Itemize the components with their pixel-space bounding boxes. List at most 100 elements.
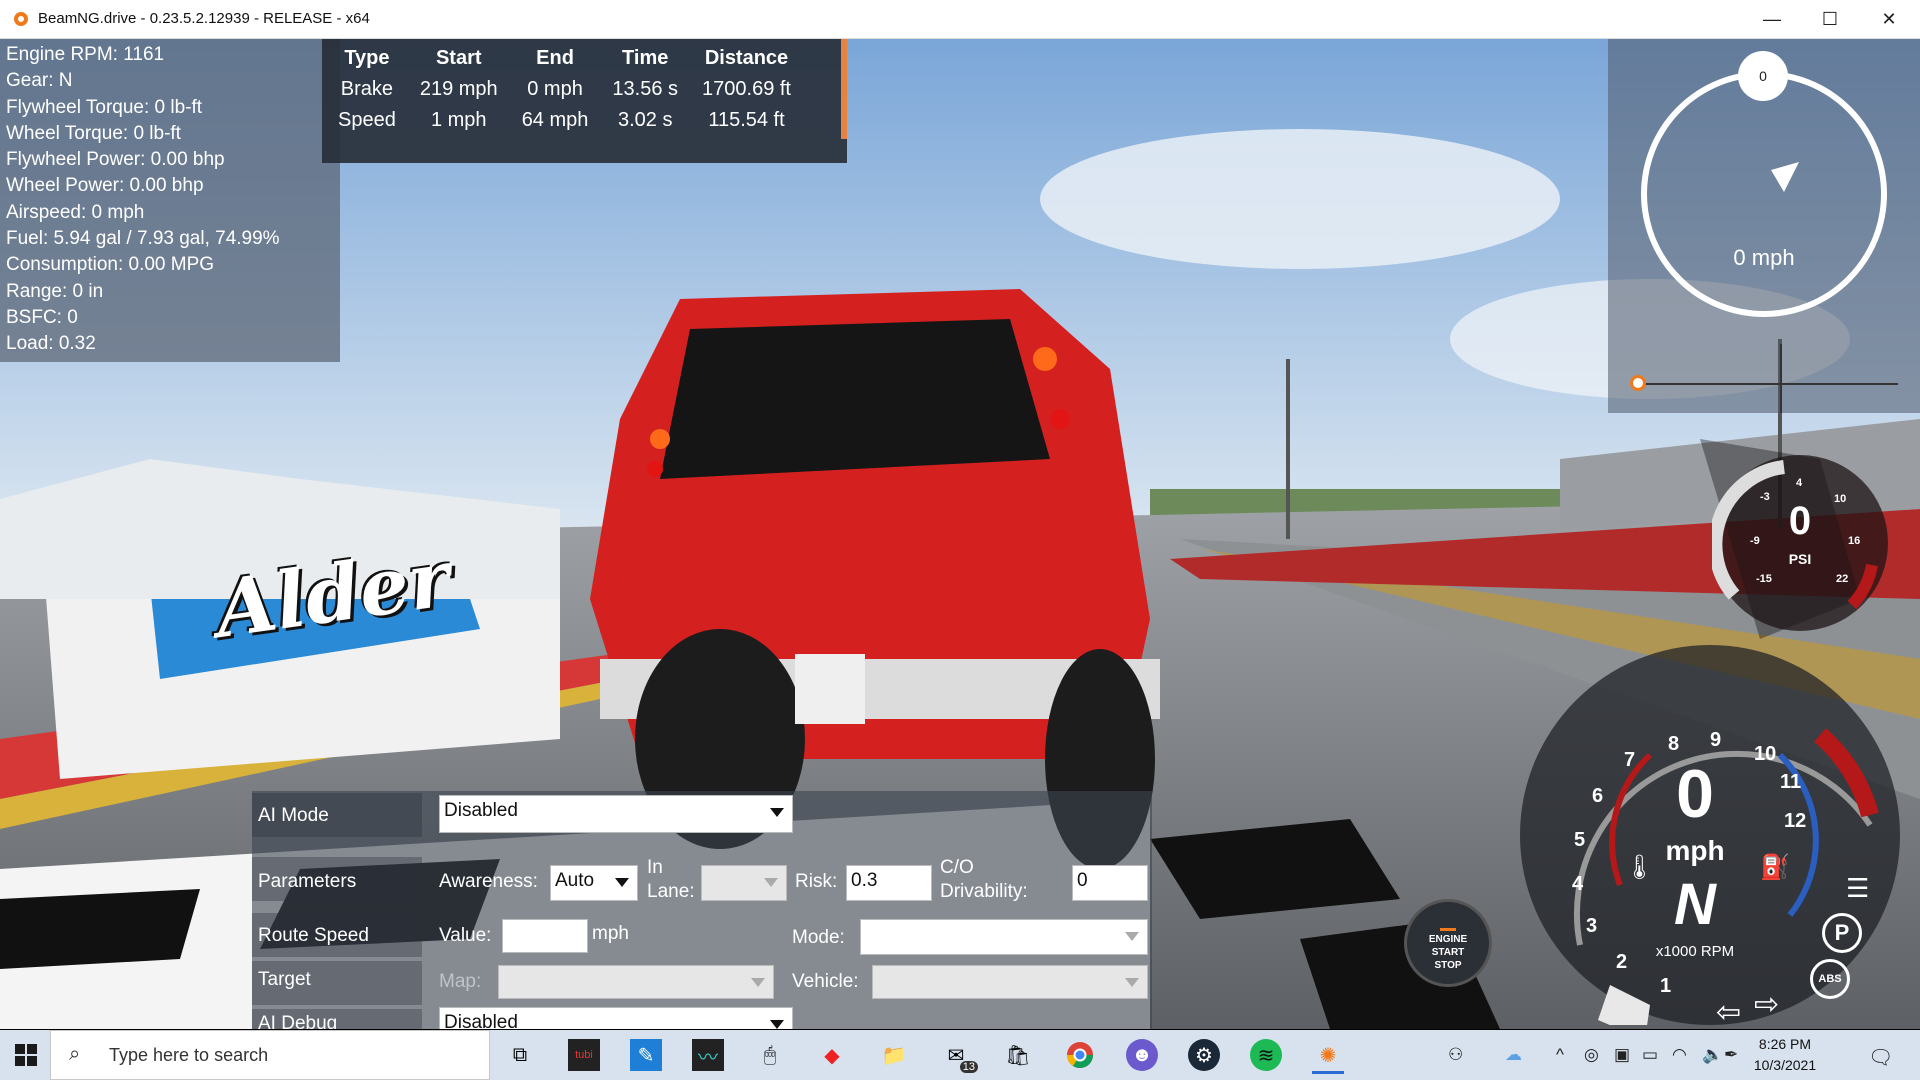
tacho-tick: 3 [1586, 915, 1598, 937]
debug-line: Engine RPM: 1161 [6, 44, 165, 65]
map-label: Map: [439, 971, 482, 992]
awareness-select[interactable]: Auto [550, 865, 638, 901]
clock-date: 10/3/2021 [1753, 1057, 1817, 1073]
debug-line: Gear: N [6, 70, 73, 92]
route-speed-label: Route Speed [258, 925, 369, 946]
ai-mode-value: Disabled [444, 800, 518, 821]
chrome-app-icon[interactable] [1064, 1039, 1096, 1071]
tacho-tick: 5 [1574, 829, 1586, 851]
ai-debug-value: Disabled [444, 1012, 518, 1029]
tacho-tick: 11 [1780, 771, 1802, 793]
file-explorer-icon[interactable]: 📁 [878, 1039, 910, 1071]
chevron-down-icon [770, 808, 784, 817]
awareness-value: Auto [555, 870, 595, 891]
store-app-icon[interactable]: 🛍 [1002, 1039, 1034, 1071]
heading-value: 0 [1759, 68, 1767, 84]
discord-app-icon[interactable]: ☻ [1126, 1039, 1158, 1071]
cell: 64 mph [521, 109, 589, 131]
mail-app-icon[interactable]: ✉ 13 [940, 1039, 978, 1073]
route-speed-input[interactable] [502, 919, 588, 953]
chevron-down-icon [1125, 932, 1139, 941]
beamng-taskbar-icon[interactable]: ✺ [1312, 1039, 1344, 1074]
steam-app-icon[interactable]: ⚙ [1188, 1039, 1220, 1071]
onedrive-icon[interactable]: ☁ [1505, 1045, 1522, 1065]
heading-marker: 0 [1738, 51, 1788, 101]
engine-start-stop-button[interactable]: ENGINE START STOP [1404, 899, 1492, 987]
table-scrollbar[interactable] [841, 39, 847, 139]
table-row: Speed 1 mph 64 mph 3.02 s 115.54 ft [326, 105, 803, 136]
tacho-tick: 8 [1668, 733, 1680, 755]
chevron-down-icon [751, 978, 765, 987]
windows-start-icon[interactable] [10, 1039, 42, 1071]
headlight-icon: ☰ [1846, 873, 1870, 903]
debug-line: Wheel Torque: 0 lb-ft [6, 122, 181, 144]
audio-app-icon[interactable]: 〰 [692, 1039, 724, 1071]
mouse-app-icon[interactable]: 🖱 [754, 1039, 786, 1071]
device-icon[interactable]: ▣ [1614, 1045, 1630, 1065]
col-time: Time [622, 47, 669, 69]
awareness-label: Awareness: [439, 871, 538, 892]
route-mode-label: Mode: [792, 927, 845, 948]
debug-line: Consumption: 0.00 MPG [6, 254, 215, 276]
vehicle-select[interactable] [872, 965, 1148, 999]
task-view-icon[interactable]: ⧉ [504, 1039, 536, 1071]
boost-tick: -15 [1756, 573, 1772, 585]
col-distance: Distance [704, 47, 789, 69]
cell: 1700.69 ft [702, 78, 791, 100]
abs-label: ABS [1818, 973, 1842, 985]
gear-indicator: N [1674, 872, 1716, 937]
cell: 13.56 s [612, 78, 679, 100]
turn-left-icon: ⇦ [1716, 996, 1742, 1029]
game-viewport[interactable]: Alder Engine RPM: 1161 Gear: N Flywheel … [0, 39, 1920, 1029]
roblox-app-icon[interactable]: ◆ [816, 1039, 848, 1071]
co-label-2: Drivability: [940, 881, 1028, 902]
performance-table: Type Start End Time Distance Brake 219 m… [326, 43, 803, 136]
chevron-up-icon[interactable]: ^ [1556, 1045, 1564, 1065]
network-icon[interactable]: ◎ [1584, 1045, 1599, 1065]
close-button[interactable]: ✕ [1860, 0, 1918, 38]
table-row: Brake 219 mph 0 mph 13.56 s 1700.69 ft [326, 74, 803, 105]
taskbar-clock[interactable]: 8:26 PM 10/3/2021 [1740, 1034, 1830, 1076]
taskbar-search-box[interactable]: ⌕ Type here to search [50, 1030, 490, 1080]
col-end: End [536, 47, 574, 69]
in-lane-select[interactable] [701, 865, 787, 901]
chevron-down-icon [764, 878, 778, 887]
engine-line3: STOP [1434, 960, 1462, 971]
minimize-button[interactable]: — [1743, 0, 1801, 38]
boost-tick: 4 [1796, 477, 1803, 489]
clock-time: 8:26 PM [1758, 1036, 1812, 1052]
map-select[interactable] [498, 965, 774, 999]
in-lane-label-1: In [647, 857, 663, 878]
ai-mode-select[interactable]: Disabled [439, 795, 793, 833]
vehicle-label: Vehicle: [792, 971, 859, 992]
route-mode-select[interactable] [860, 919, 1148, 955]
window-title: BeamNG.drive - 0.23.5.2.12939 - RELEASE … [38, 10, 370, 27]
people-icon[interactable]: ⚇ [1448, 1045, 1463, 1065]
pen-icon[interactable]: ✒ [1724, 1045, 1738, 1065]
tacho-tick: 9 [1710, 729, 1722, 751]
vehicle-debug-panel: Engine RPM: 1161 Gear: N Flywheel Torque… [0, 39, 340, 362]
tacho-tick: 12 [1784, 810, 1807, 832]
in-lane-label-2: Lane: [647, 881, 695, 902]
fuel-icon: ⛽ [1760, 854, 1790, 881]
notes-app-icon[interactable]: ✎ [630, 1039, 662, 1071]
tacho-tick: 6 [1592, 785, 1604, 807]
ai-debug-select[interactable]: Disabled [439, 1007, 793, 1029]
spotify-app-icon[interactable]: ≋ [1250, 1039, 1282, 1071]
col-type: Type [344, 47, 390, 69]
window-titlebar: BeamNG.drive - 0.23.5.2.12939 - RELEASE … [0, 0, 1920, 39]
engine-line2: START [1431, 947, 1465, 958]
maximize-button[interactable]: ☐ [1801, 0, 1859, 38]
risk-input[interactable]: 0.3 [846, 865, 932, 901]
battery-icon[interactable]: ▭ [1642, 1045, 1658, 1065]
search-placeholder: Type here to search [109, 1045, 269, 1065]
heading-arrow-icon [1771, 162, 1799, 192]
notifications-icon[interactable]: 🗨 [1868, 1045, 1893, 1070]
volume-icon[interactable]: 🔈 [1702, 1045, 1723, 1065]
nav-slider-handle[interactable] [1630, 375, 1646, 391]
drivability-input[interactable]: 0 [1072, 865, 1148, 901]
debug-line: Flywheel Torque: 0 lb-ft [6, 96, 203, 118]
engine-line1: ENGINE [1428, 934, 1468, 945]
wifi-icon[interactable]: ◠ [1672, 1045, 1687, 1065]
tubi-app-icon[interactable]: tubi [568, 1039, 600, 1071]
